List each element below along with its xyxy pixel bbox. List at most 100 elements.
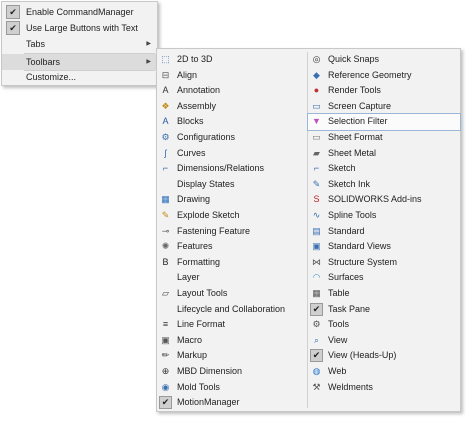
toolbar-item-label: Macro (177, 334, 203, 345)
menu-item-toolbars[interactable]: Toolbars ▶ (2, 54, 157, 70)
toolbar-item-label: Curves (177, 147, 206, 158)
toolbar-item-features[interactable]: ✺ Features (157, 239, 307, 255)
toolbar-item-label: MBD Dimension (177, 366, 243, 376)
view-icon: ⌕ (313, 334, 320, 345)
toolbar-item-formatting[interactable]: B Formatting (157, 255, 307, 271)
toolbar-item-render-tools[interactable]: ● Render Tools (308, 83, 460, 99)
toolbar-item-align[interactable]: ⊟ Align (157, 68, 307, 84)
toolbar-item-table[interactable]: ▦ Table (308, 286, 460, 302)
toolbar-item-label: Assembly (177, 100, 217, 111)
sheet-format-icon: ▭ (312, 132, 321, 142)
reference-geometry-icon: ◆ (313, 69, 320, 80)
toolbar-item-screen-capture[interactable]: ▭ Screen Capture (308, 99, 460, 115)
curves-icon: ʃ (164, 147, 167, 158)
quick-snaps-icon: ◎ (312, 54, 321, 64)
toolbar-item-configurations[interactable]: ⚙ Configurations (157, 130, 307, 146)
toolbar-item-label: Lifecycle and Collaboration (177, 303, 286, 314)
toolbar-item-label: Display States (177, 178, 235, 189)
toolbar-item-explode-sketch[interactable]: ✎ Explode Sketch (157, 208, 307, 224)
toolbar-item-label: Drawing (177, 194, 211, 205)
toolbar-item-label: Configurations (177, 132, 236, 142)
toolbar-item-motionmanager[interactable]: ✔ MotionManager (157, 395, 307, 411)
toolbar-item-spline-tools[interactable]: ∿ Spline Tools (308, 208, 460, 224)
mold-tools-icon: ◉ (161, 381, 170, 392)
toolbar-item-drawing[interactable]: ▦ Drawing (157, 192, 307, 208)
toolbar-item-label: Annotation (177, 85, 221, 96)
toolbar-item-blocks[interactable]: A Blocks (157, 114, 307, 130)
configurations-icon: ⚙ (161, 132, 170, 142)
toolbar-item-line-format[interactable]: ≡ Line Format (157, 317, 307, 333)
menu-item-label: Toolbars (26, 57, 61, 67)
toolbar-item-label: Explode Sketch (177, 210, 240, 220)
toolbar-item-structure-system[interactable]: ⋈ Structure System (308, 255, 460, 271)
render-tools-icon: ● (313, 85, 320, 96)
toolbar-item-label: Line Format (177, 319, 226, 330)
toolbar-item-dimensions-relations[interactable]: ⌐ Dimensions/Relations (157, 161, 307, 177)
toolbar-item-label: Align (177, 69, 198, 80)
menu-item-use-large-buttons[interactable]: ✔ Use Large Buttons with Text (2, 20, 157, 36)
toolbar-item-display-states[interactable]: Display States (157, 177, 307, 193)
toolbar-item-sheet-metal[interactable]: ▰ Sheet Metal (308, 146, 460, 162)
table-icon: ▦ (312, 288, 321, 298)
toolbars-submenu: ⬚ 2D to 3D ⊟ Align A Annotation ❖ Assembly A Bloc… (156, 48, 461, 412)
standard-icon: ▤ (312, 225, 321, 236)
toolbar-item-markup[interactable]: ✏ Markup (157, 348, 307, 364)
toolbar-item-view[interactable]: ⌕ View (308, 333, 460, 349)
toolbar-item-solidworks-add-ins[interactable]: S SOLIDWORKS Add-ins (308, 192, 460, 208)
toolbar-item-label: Task Pane (328, 303, 371, 314)
toolbar-item-web[interactable]: ◍ Web (308, 364, 460, 380)
toolbar-item-task-pane[interactable]: ✔ Task Pane (308, 302, 460, 318)
toolbar-item-standard-views[interactable]: ▣ Standard Views (308, 239, 460, 255)
toolbar-item-layout-tools[interactable]: ▱ Layout Tools (157, 286, 307, 302)
toolbar-item-2d-to-3d[interactable]: ⬚ 2D to 3D (157, 52, 307, 68)
toolbar-item-label: View (328, 334, 348, 345)
menu-item-label: Customize... (26, 72, 77, 82)
structure-system-icon: ⋈ (312, 256, 321, 267)
toolbar-item-assembly[interactable]: ❖ Assembly (157, 99, 307, 115)
check-icon: ✔ (310, 349, 323, 363)
toolbar-item-label: Table (328, 288, 350, 298)
drawing-icon: ▦ (161, 194, 170, 205)
menu-item-tabs[interactable]: Tabs ▶ (2, 36, 157, 52)
toolbar-item-reference-geometry[interactable]: ◆ Reference Geometry (308, 68, 460, 84)
toolbar-item-label: Weldments (328, 381, 373, 392)
toolbar-item-label: Structure System (328, 256, 398, 267)
toolbar-item-sheet-format[interactable]: ▭ Sheet Format (308, 130, 460, 146)
toolbar-item-lifecycle-and-collaboration[interactable]: Lifecycle and Collaboration (157, 302, 307, 318)
check-icon: ✔ (159, 396, 172, 410)
fastening-icon: ⊸ (161, 225, 170, 236)
toolbar-item-annotation[interactable]: A Annotation (157, 83, 307, 99)
toolbar-item-label: SOLIDWORKS Add-ins (328, 194, 422, 205)
toolbar-item-quick-snaps[interactable]: ◎ Quick Snaps (308, 52, 460, 68)
toolbar-item-label: MotionManager (177, 397, 240, 408)
toolbar-item-curves[interactable]: ʃ Curves (157, 146, 307, 162)
2d-to-3d-icon: ⬚ (161, 54, 170, 64)
toolbar-item-label: View (Heads-Up) (328, 350, 397, 361)
toolbar-item-label: Blocks (177, 116, 204, 127)
toolbar-item-surfaces[interactable]: ◠ Surfaces (308, 270, 460, 286)
tools-icon: ⚙ (312, 319, 321, 330)
menu-item-enable-commandmanager[interactable]: ✔ Enable CommandManager (2, 4, 157, 20)
toolbar-item-mbd-dimension[interactable]: ⊕ MBD Dimension (157, 364, 307, 380)
toolbar-item-weldments[interactable]: ⚒ Weldments (308, 380, 460, 396)
sketch-ink-icon: ✎ (312, 178, 321, 189)
menu-item-customize[interactable]: Customize... (2, 69, 157, 85)
toolbar-item-mold-tools[interactable]: ◉ Mold Tools (157, 380, 307, 396)
toolbar-item-label: Formatting (177, 256, 221, 267)
toolbar-item-label: Standard (328, 225, 365, 236)
toolbar-item-layer[interactable]: Layer (157, 270, 307, 286)
toolbar-item-label: Reference Geometry (328, 69, 412, 80)
toolbar-item-label: Layout Tools (177, 288, 228, 298)
toolbar-item-tools[interactable]: ⚙ Tools (308, 317, 460, 333)
toolbar-item-standard[interactable]: ▤ Standard (308, 224, 460, 240)
toolbar-item-selection-filter[interactable]: ▼ Selection Filter (307, 113, 461, 131)
macro-icon: ▣ (161, 334, 170, 345)
toolbar-item-label: 2D to 3D (177, 54, 213, 64)
toolbar-item-sketch-ink[interactable]: ✎ Sketch Ink (308, 177, 460, 193)
toolbar-item-sketch[interactable]: ⌐ Sketch (308, 161, 460, 177)
toolbar-item-label: Mold Tools (177, 381, 220, 392)
toolbar-item-macro[interactable]: ▣ Macro (157, 333, 307, 349)
toolbar-item-label: Standard Views (328, 241, 391, 252)
toolbar-item-fastening-feature[interactable]: ⊸ Fastening Feature (157, 224, 307, 240)
toolbar-item-view-heads-up[interactable]: ✔ View (Heads-Up) (308, 348, 460, 364)
